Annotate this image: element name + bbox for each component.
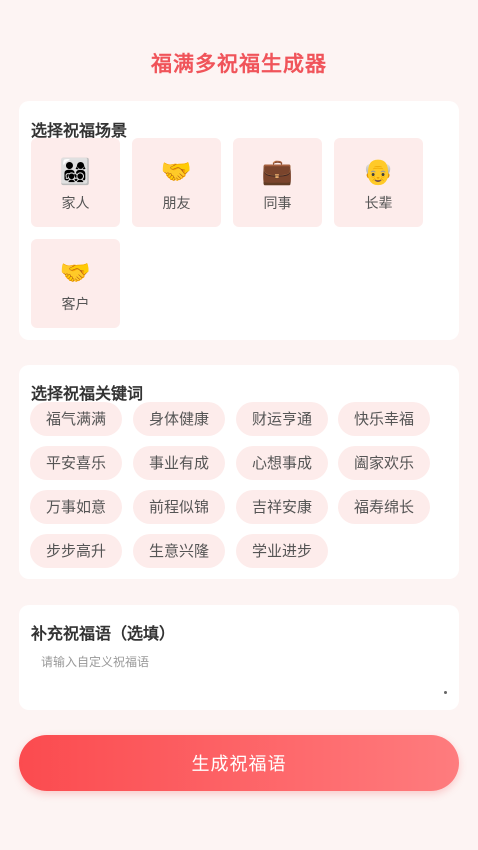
scene-label: 家人 [61, 196, 90, 212]
textarea-resize-handle[interactable] [444, 691, 447, 694]
scene-label: 长辈 [364, 196, 393, 212]
keyword-chip[interactable]: 身体健康 [133, 402, 225, 436]
scene-label: 客户 [61, 297, 90, 313]
page-title: 福满多祝福生成器 [151, 52, 327, 76]
keyword-chip[interactable]: 步步高升 [30, 534, 122, 568]
keyword-chip[interactable]: 吉祥安康 [236, 490, 328, 524]
keyword-chip[interactable]: 学业进步 [236, 534, 328, 568]
scene-option-friends[interactable]: 🤝 朋友 [132, 138, 221, 227]
keyword-chip[interactable]: 生意兴隆 [133, 534, 225, 568]
custom-blessing-input[interactable] [31, 649, 447, 701]
keyword-chip[interactable]: 万事如意 [30, 490, 122, 524]
keyword-chip[interactable]: 快乐幸福 [338, 402, 430, 436]
keyword-chip[interactable]: 福寿绵长 [338, 490, 430, 524]
scene-label: 同事 [263, 196, 292, 212]
custom-blessing-card: 补充祝福语（选填） [19, 605, 459, 710]
family-icon: 👨‍👩‍👧‍👦 [59, 157, 92, 186]
keyword-section-title: 选择祝福关键词 [31, 384, 144, 403]
page: 福满多祝福生成器 选择祝福场景 👨‍👩‍👧‍👦 家人 🤝 朋友 💼 同事 👴 长… [0, 0, 478, 850]
older-person-icon: 👴 [362, 157, 395, 186]
keyword-chip[interactable]: 事业有成 [133, 446, 225, 480]
handshake-icon: 🤝 [160, 157, 193, 186]
scene-option-elders[interactable]: 👴 长辈 [334, 138, 423, 227]
keyword-chip[interactable]: 财运亨通 [236, 402, 328, 436]
briefcase-icon: 💼 [261, 157, 294, 186]
custom-section-title: 补充祝福语（选填） [31, 624, 176, 643]
keyword-chip[interactable]: 福气满满 [30, 402, 122, 436]
scene-label: 朋友 [162, 196, 191, 212]
keyword-chip[interactable]: 前程似锦 [133, 490, 225, 524]
keyword-chip[interactable]: 心想事成 [236, 446, 328, 480]
keyword-chip[interactable]: 平安喜乐 [30, 446, 122, 480]
keyword-card: 选择祝福关键词 福气满满 身体健康 财运亨通 快乐幸福 平安喜乐 事业有成 心想… [19, 365, 459, 579]
scene-card: 选择祝福场景 👨‍👩‍👧‍👦 家人 🤝 朋友 💼 同事 👴 长辈 🤝 客户 [19, 101, 459, 340]
generate-blessing-button[interactable]: 生成祝福语 [19, 735, 459, 791]
scene-option-family[interactable]: 👨‍👩‍👧‍👦 家人 [31, 138, 120, 227]
keyword-chip[interactable]: 阖家欢乐 [338, 446, 430, 480]
scene-option-colleagues[interactable]: 💼 同事 [233, 138, 322, 227]
handshake-icon: 🤝 [59, 258, 92, 287]
scene-option-clients[interactable]: 🤝 客户 [31, 239, 120, 328]
